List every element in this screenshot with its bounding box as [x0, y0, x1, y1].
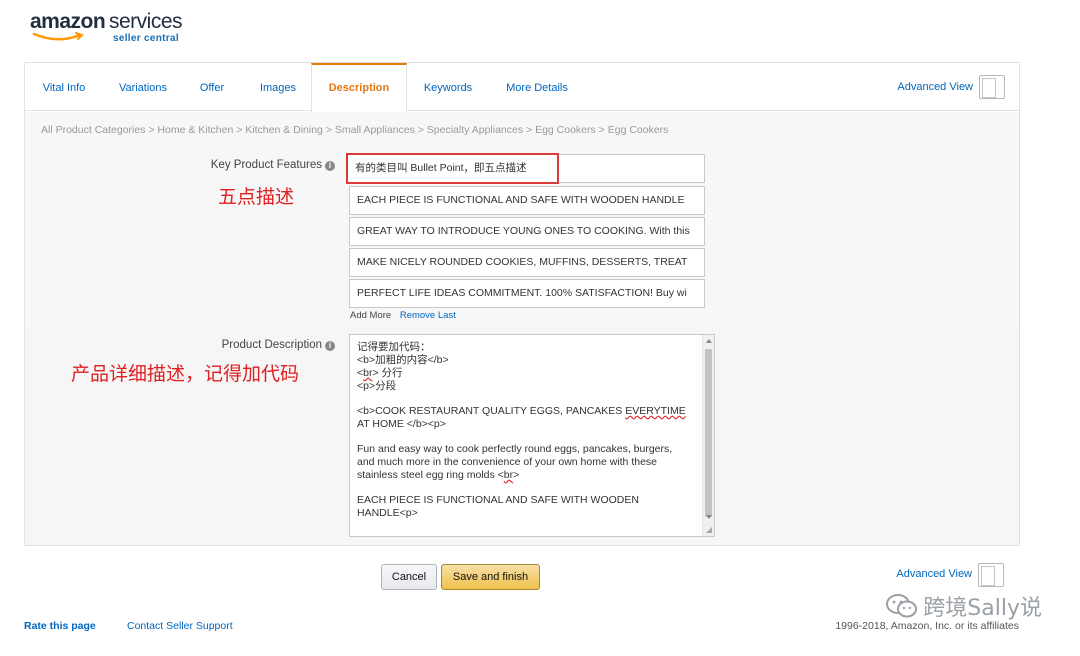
- desc-line: HANDLE<p>: [357, 507, 418, 519]
- description-annotation: 产品详细描述，记得加代码: [71, 363, 300, 385]
- bullet-links: Add More Remove Last: [350, 310, 456, 321]
- category-breadcrumb: All Product Categories > Home & Kitchen …: [41, 124, 669, 136]
- amazon-smile-icon: [32, 32, 84, 41]
- info-icon[interactable]: i: [325, 161, 335, 171]
- bullet-point-4[interactable]: MAKE NICELY ROUNDED COOKIES, MUFFINS, DE…: [349, 248, 705, 277]
- desc-line: <b>COOK RESTAURANT QUALITY EGGS, PANCAKE…: [357, 405, 686, 417]
- tab-vital-info[interactable]: Vital Info: [31, 63, 97, 111]
- tab-description[interactable]: Description: [311, 63, 407, 112]
- bullet-point-5[interactable]: PERFECT LIFE IDEAS COMMITMENT. 100% SATI…: [349, 279, 705, 308]
- bullet-1-field-rest[interactable]: [559, 154, 705, 183]
- cancel-button[interactable]: Cancel: [381, 564, 437, 590]
- product-description-label: Product Description i: [222, 339, 335, 351]
- product-description-textarea[interactable]: 记得要加代码： <b>加粗的内容</b> <br> 分行 <p>分段 <b>CO…: [349, 334, 715, 537]
- remove-last-link[interactable]: Remove Last: [400, 310, 456, 321]
- add-more-link[interactable]: Add More: [350, 310, 391, 321]
- desc-line: AT HOME </b><p>: [357, 418, 446, 430]
- logo-amazon-text: amazon: [30, 10, 106, 33]
- tab-more-details[interactable]: More Details: [497, 63, 577, 111]
- description-scrollbar[interactable]: [702, 335, 714, 536]
- bullet-point-2[interactable]: EACH PIECE IS FUNCTIONAL AND SAFE WITH W…: [349, 186, 705, 215]
- desc-line: <b>加粗的内容</b>: [357, 354, 449, 366]
- scroll-thumb[interactable]: [705, 349, 712, 517]
- scroll-down-icon[interactable]: [706, 515, 712, 519]
- desc-line: <br> 分行: [357, 367, 403, 379]
- desc-line: Fun and easy way to cook perfectly round…: [357, 443, 673, 455]
- info-icon[interactable]: i: [325, 341, 335, 351]
- scroll-up-icon[interactable]: [706, 339, 712, 343]
- bullet-point-3[interactable]: GREAT WAY TO INTRODUCE YOUNG ONES TO COO…: [349, 217, 705, 246]
- save-and-finish-button[interactable]: Save and finish: [441, 564, 540, 590]
- advanced-view-label-bottom: Advanced View: [896, 568, 972, 580]
- product-description-label-text: Product Description: [221, 339, 322, 351]
- bullet-point-1-highlighted[interactable]: 有的类目叫 Bullet Point，即五点描述: [346, 153, 559, 184]
- logo-seller-central-text: seller central: [113, 33, 179, 44]
- desc-line: EACH PIECE IS FUNCTIONAL AND SAFE WITH W…: [357, 494, 639, 506]
- desc-line: 记得要加代码：: [357, 341, 431, 353]
- watermark-text: 跨境Sally说: [923, 596, 1042, 621]
- advanced-view-toggle[interactable]: [979, 75, 1005, 99]
- tab-keywords[interactable]: Keywords: [411, 63, 485, 111]
- advanced-view-toggle-group-bottom: Advanced View: [894, 563, 1004, 587]
- rate-this-page-link[interactable]: Rate this page: [24, 620, 96, 632]
- tab-offer[interactable]: Offer: [191, 63, 233, 111]
- desc-line: and much more in the convenience of your…: [357, 456, 658, 468]
- tab-images[interactable]: Images: [247, 63, 309, 111]
- watermark: 跨境Sally说: [885, 590, 1042, 621]
- copyright-text: 1996-2018, Amazon, Inc. or its affiliate…: [835, 620, 1019, 632]
- contact-seller-support-link[interactable]: Contact Seller Support: [127, 620, 233, 632]
- logo-services-text: services: [109, 10, 183, 33]
- description-content: 记得要加代码： <b>加粗的内容</b> <br> 分行 <p>分段 <b>CO…: [357, 341, 699, 520]
- key-features-label-text: Key Product Features: [210, 159, 322, 171]
- wechat-icon: [886, 594, 918, 618]
- key-features-label: Key Product Features i: [211, 159, 335, 171]
- advanced-view-label: Advanced View: [897, 81, 973, 93]
- product-edit-panel: Vital Info Variations Offer Images Descr…: [24, 62, 1020, 546]
- amazon-services-logo: amazon services seller central: [30, 10, 200, 46]
- advanced-view-toggle-group: Advanced View: [895, 75, 1005, 99]
- resize-handle-icon[interactable]: ◢: [706, 525, 712, 534]
- form-area: All Product Categories > Home & Kitchen …: [25, 112, 1019, 545]
- key-features-annotation: 五点描述: [218, 186, 295, 208]
- tab-variations[interactable]: Variations: [107, 63, 179, 111]
- tab-bar: Vital Info Variations Offer Images Descr…: [25, 63, 1019, 112]
- advanced-view-toggle-bottom[interactable]: [978, 563, 1004, 587]
- desc-line: stainless steel egg ring molds <br>: [357, 469, 520, 481]
- desc-line: <p>分段: [357, 380, 397, 392]
